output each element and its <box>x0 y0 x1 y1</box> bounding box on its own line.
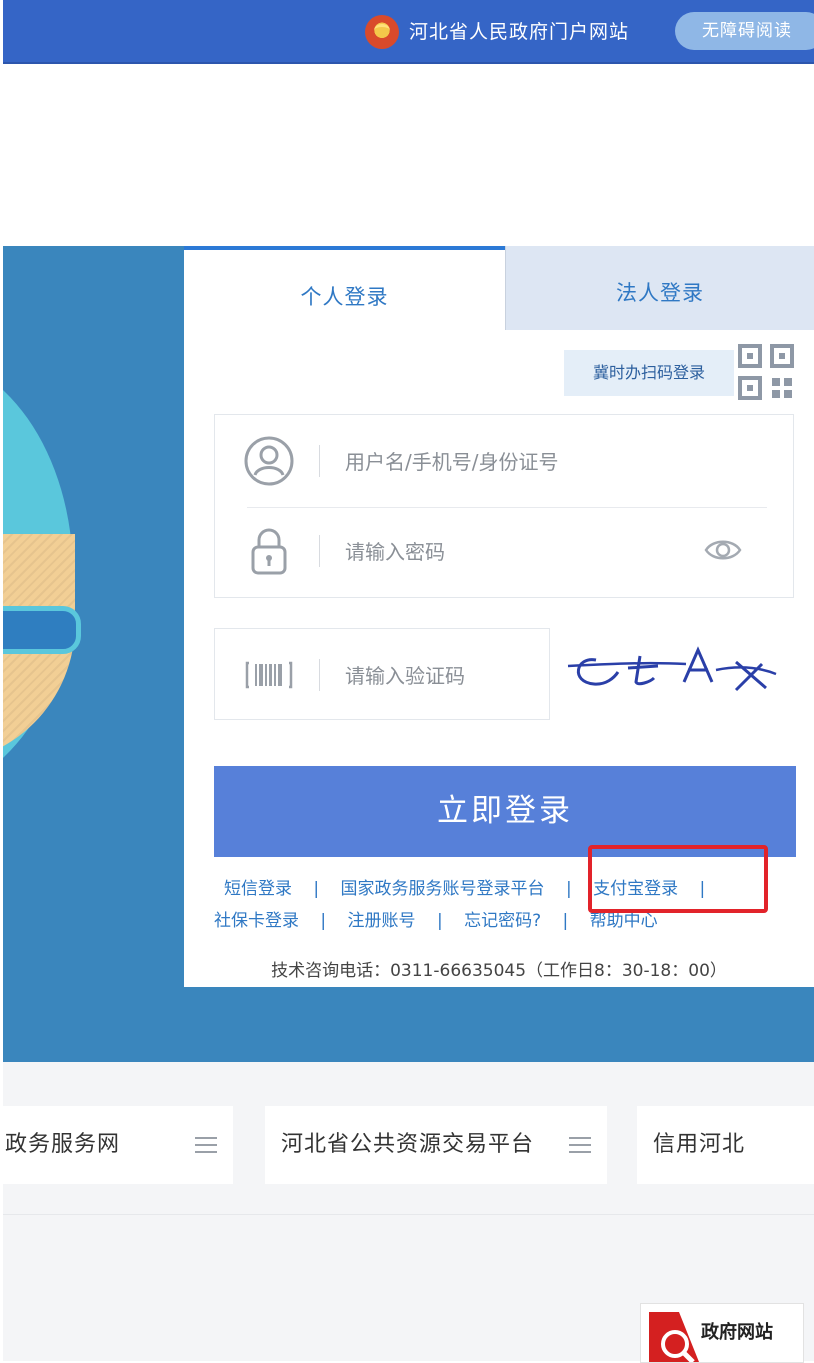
link-separator: | <box>436 911 443 931</box>
credentials-box <box>214 414 794 598</box>
platform-card-public-resources[interactable]: 河北省公共资源交易平台 <box>265 1106 607 1184</box>
captcha-input[interactable] <box>343 655 547 697</box>
register-link[interactable]: 注册账号 <box>348 906 416 936</box>
gov-website-badge[interactable]: 政府网站 <box>640 1303 804 1363</box>
scan-login-button[interactable]: 冀时办扫码登录 <box>564 350 734 396</box>
field-separator <box>319 535 320 567</box>
sms-login-link[interactable]: 短信登录 <box>224 874 292 904</box>
menu-icon[interactable] <box>569 1137 591 1155</box>
national-emblem-icon <box>365 15 399 49</box>
user-icon <box>244 436 294 486</box>
social-card-login-link[interactable]: 社保卡登录 <box>214 906 299 936</box>
platform-card-credit-hebei[interactable]: 信用河北 <box>637 1106 814 1184</box>
barcode-icon <box>245 661 293 689</box>
password-input[interactable] <box>343 531 707 573</box>
support-hotline: 技术咨询电话：0311-66635045（工作日8：30-18：00） <box>271 961 727 981</box>
link-separator: | <box>562 911 569 931</box>
link-separator: | <box>565 879 572 899</box>
username-input[interactable] <box>343 441 707 483</box>
gov-website-badge-icon <box>649 1312 699 1362</box>
gov-website-badge-label: 政府网站 <box>701 1322 773 1343</box>
footer-divider <box>3 1214 814 1215</box>
captcha-image[interactable]: ctAx <box>566 642 780 702</box>
platform-label: 信用河北 <box>653 1132 746 1157</box>
field-separator <box>319 445 320 477</box>
platform-card-gov-service[interactable]: 政务服务网 <box>3 1106 233 1184</box>
link-separator: | <box>320 911 327 931</box>
illustration-glasses <box>3 606 81 654</box>
link-separator: | <box>313 879 320 899</box>
show-password-eye-icon[interactable] <box>703 535 743 565</box>
banner-illustration <box>3 344 143 894</box>
platform-label: 河北省公共资源交易平台 <box>281 1132 535 1157</box>
tab-legal-login[interactable]: 法人登录 <box>506 246 814 330</box>
tab-personal-login[interactable]: 个人登录 <box>184 246 505 330</box>
platform-label: 政务服务网 <box>5 1132 121 1157</box>
field-separator <box>319 659 320 691</box>
login-submit-button[interactable]: 立即登录 <box>214 766 796 857</box>
portal-link[interactable]: 河北省人民政府门户网站 <box>409 15 629 49</box>
field-divider <box>247 507 767 508</box>
menu-icon[interactable] <box>195 1137 217 1155</box>
qr-code-icon[interactable] <box>736 342 796 402</box>
accessibility-button[interactable]: 无障碍阅读 <box>675 12 814 50</box>
national-account-login-link[interactable]: 国家政务服务账号登录平台 <box>341 874 545 904</box>
lock-icon <box>251 528 287 575</box>
captcha-text: ctAx <box>566 642 569 643</box>
top-bar: 河北省人民政府门户网站 无障碍阅读 <box>3 0 814 64</box>
captcha-box <box>214 628 550 720</box>
forgot-password-link[interactable]: 忘记密码? <box>464 906 541 936</box>
alipay-login-highlight-box <box>588 845 768 913</box>
